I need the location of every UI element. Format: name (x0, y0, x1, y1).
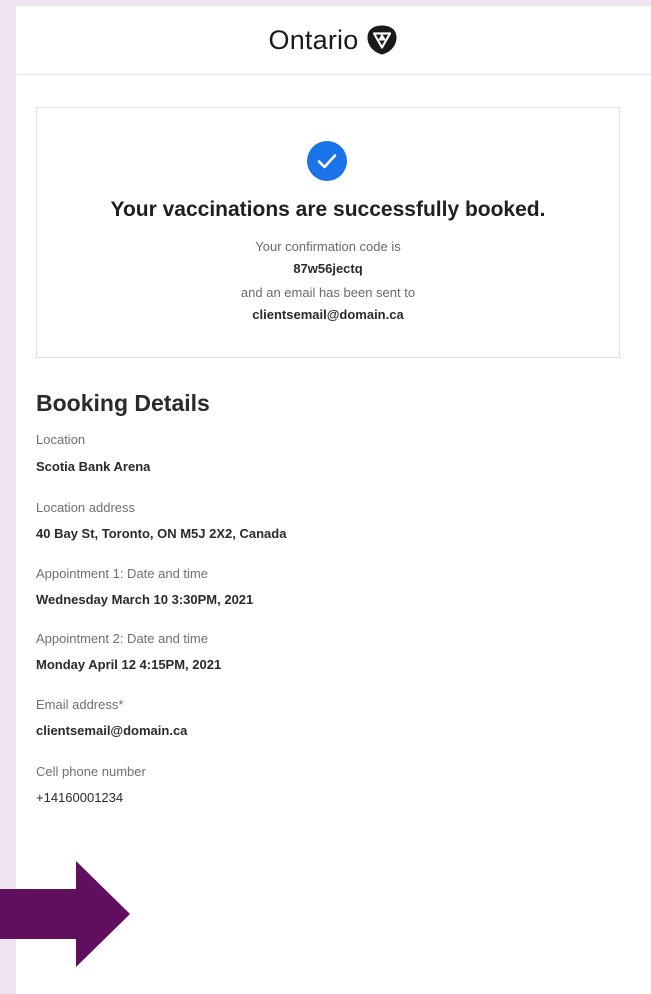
location-address-value: 40 Bay St, Toronto, ON M5J 2X2, Canada (36, 526, 287, 541)
confirmation-code: 87w56jectq (293, 261, 363, 276)
confirmation-card: Your vaccinations are successfully booke… (36, 107, 620, 358)
location-label: Location (36, 432, 86, 447)
email-address-value: clientsemail@domain.ca (36, 723, 188, 738)
confirmation-email-intro: and an email has been sent to (240, 285, 416, 300)
booking-details-title: Booking Details (36, 390, 210, 416)
location-address-label: Location address (36, 500, 136, 515)
appointment-1-label: Appointment 1: Date and time (36, 566, 208, 581)
check-circle-icon (307, 141, 347, 181)
confirmation-email: clientsemail@domain.ca (252, 307, 404, 322)
location-value: Scotia Bank Arena (36, 459, 151, 474)
site-header: Ontario (16, 6, 651, 75)
confirmation-title: Your vaccinations are successfully booke… (110, 198, 546, 221)
appointment-2-label: Appointment 2: Date and time (36, 631, 208, 646)
appointment-1-value: Wednesday March 10 3:30PM, 2021 (36, 592, 254, 607)
right-arrow-icon (0, 861, 130, 967)
ontario-trillium-logo-icon[interactable] (366, 24, 398, 56)
cell-phone-label: Cell phone number (36, 764, 146, 779)
appointment-2-value: Monday April 12 4:15PM, 2021 (36, 657, 222, 672)
confirmation-code-intro: Your confirmation code is (255, 239, 401, 254)
brand-name[interactable]: Ontario (269, 25, 359, 56)
email-address-label: Email address* (36, 697, 124, 712)
page: Ontario Your vaccinations are successful… (16, 6, 651, 994)
cell-phone-value: +14160001234 (36, 790, 124, 805)
